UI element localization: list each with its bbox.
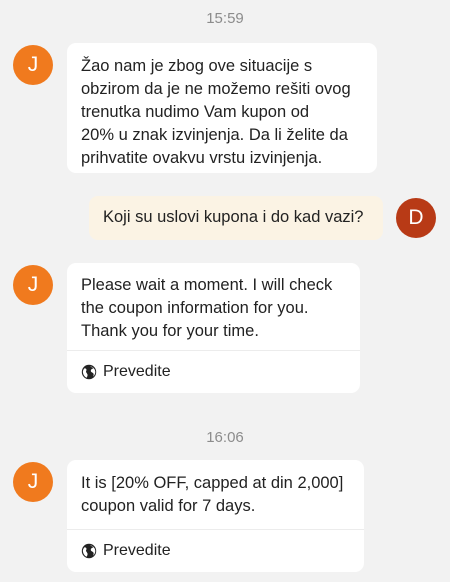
message-text: It is [20% OFF, capped at din 2,000] cou… (81, 474, 344, 515)
message-text: Please wait a moment. I will check the c… (81, 276, 333, 340)
message-bubble-agent[interactable]: It is [20% OFF, capped at din 2,000] cou… (67, 460, 364, 572)
user-avatar[interactable]: D (396, 198, 436, 238)
globe-icon (81, 364, 97, 380)
message-bubble-agent[interactable]: Please wait a moment. I will check the c… (67, 263, 360, 393)
message-text: Koji su uslovi kupona i do kad vazi? (103, 208, 364, 226)
message-text: Žao nam je zbog ove situacije s obzirom … (81, 57, 351, 167)
agent-avatar[interactable]: J (13, 45, 53, 85)
translate-button[interactable]: Prevedite (67, 530, 364, 572)
agent-avatar[interactable]: J (13, 462, 53, 502)
timestamp: 16:06 (206, 429, 244, 446)
translate-label: Prevedite (103, 542, 171, 559)
translate-label: Prevedite (103, 363, 171, 380)
message-bubble-agent[interactable]: Žao nam je zbog ove situacije s obzirom … (67, 43, 377, 173)
timestamp: 15:59 (206, 10, 244, 27)
globe-icon (81, 543, 97, 559)
translate-button[interactable]: Prevedite (67, 351, 360, 393)
message-bubble-user[interactable]: Koji su uslovi kupona i do kad vazi? (89, 196, 383, 240)
agent-avatar[interactable]: J (13, 265, 53, 305)
